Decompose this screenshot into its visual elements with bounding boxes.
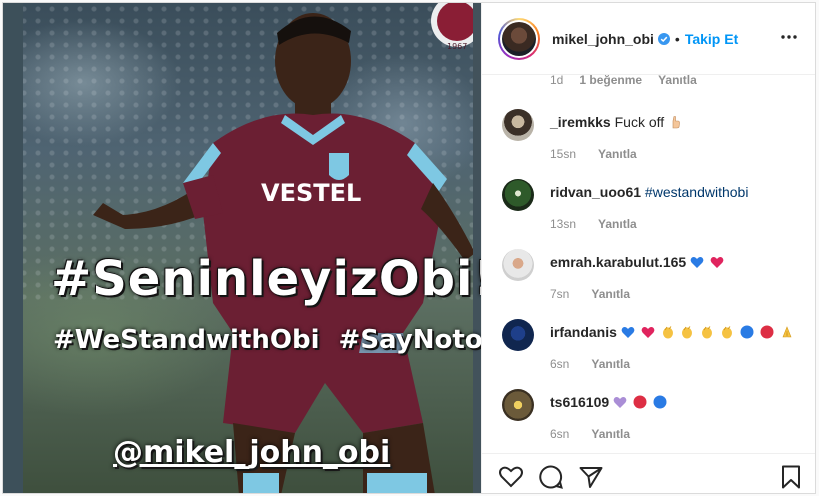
- blue-heart-icon: [621, 327, 635, 338]
- commenter-username[interactable]: ts616109: [550, 394, 609, 410]
- save-bookmark-icon[interactable]: [778, 464, 804, 490]
- pray-icon: [782, 326, 792, 338]
- comment-item: ridvan_uoo61 #westandwithobi 13sn Yanıtl…: [498, 179, 798, 239]
- red-heart-icon: [710, 257, 724, 268]
- blue-heart-icon: [690, 257, 704, 268]
- reply-button[interactable]: Yanıtla: [598, 217, 637, 231]
- comment-item: _iremkks Fuck off 15sn Yanıtla: [498, 109, 798, 169]
- player-figure: VESTEL: [93, 13, 475, 493]
- image-right-border: [473, 3, 481, 493]
- comment-time: 6sn: [550, 357, 570, 371]
- commenter-username[interactable]: ridvan_uoo61: [550, 184, 641, 200]
- post-header: mikel_john_obi • Takip Et: [482, 3, 815, 75]
- comment-icon[interactable]: [538, 464, 564, 490]
- blue-circle-icon: [653, 395, 667, 409]
- clap-icon: [702, 326, 713, 339]
- comment-item: irfandanis 6sn Yanıtla: [498, 319, 798, 379]
- commenter-username[interactable]: irfandanis: [550, 324, 617, 340]
- previous-comment-meta: 1d 1 beğenme Yanıtla: [550, 75, 697, 87]
- commenter-avatar[interactable]: [502, 179, 534, 211]
- image-left-border: [3, 3, 23, 493]
- comment-time: 6sn: [550, 427, 570, 441]
- club-logo-icon: 1967: [431, 3, 475, 51]
- club-year: 1967: [447, 42, 467, 51]
- comment-item: ts616109 6sn Yanıtla: [498, 389, 798, 449]
- commenter-username[interactable]: _iremkks: [550, 114, 611, 130]
- red-heart-icon: [641, 327, 655, 338]
- comment-text: Fuck off: [614, 114, 665, 130]
- club-badge-icon: [329, 153, 349, 180]
- commenter-username[interactable]: emrah.karabulut.165: [550, 254, 686, 270]
- previous-comment-reply[interactable]: Yanıtla: [658, 75, 697, 87]
- comment-item: emrah.karabulut.165 7sn Yanıtla: [498, 249, 798, 309]
- reply-button[interactable]: Yanıtla: [598, 147, 637, 161]
- image-headline: #SeninleyizObi!: [51, 251, 481, 307]
- commenter-avatar[interactable]: [502, 109, 534, 141]
- header-separator: •: [674, 30, 680, 47]
- comment-time: 13sn: [550, 217, 577, 231]
- clap-icon: [662, 326, 673, 339]
- commenter-avatar[interactable]: [502, 249, 534, 281]
- reply-button[interactable]: Yanıtla: [591, 287, 630, 301]
- red-circle-icon: [760, 325, 774, 339]
- blue-circle-icon: [740, 325, 754, 339]
- author-username[interactable]: mikel_john_obi: [552, 31, 654, 47]
- commenter-avatar[interactable]: [502, 319, 534, 351]
- author-avatar-image: [502, 21, 536, 56]
- instagram-post: VESTEL 1967 #SeninleyizObi! #WeStandwith…: [2, 2, 816, 494]
- reply-button[interactable]: Yanıtla: [591, 427, 630, 441]
- commenter-avatar[interactable]: [502, 389, 534, 421]
- purple-heart-icon: [613, 397, 627, 408]
- like-heart-icon[interactable]: [498, 464, 524, 490]
- image-handle: @mikel_john_obi: [113, 435, 391, 470]
- clap-icon: [722, 326, 733, 339]
- comment-time: 15sn: [550, 147, 577, 161]
- comment-hashtag[interactable]: #westandwithobi: [645, 184, 749, 200]
- more-options-icon[interactable]: [780, 33, 798, 41]
- follow-button[interactable]: Takip Et: [685, 31, 738, 47]
- previous-comment-likes[interactable]: 1 beğenme: [579, 75, 642, 87]
- jersey-sponsor: VESTEL: [261, 179, 361, 207]
- comments-list[interactable]: 1d 1 beğenme Yanıtla _iremkks Fuck off 1…: [482, 75, 815, 453]
- author-avatar[interactable]: [498, 17, 540, 60]
- share-icon[interactable]: [578, 464, 604, 490]
- post-side-panel: mikel_john_obi • Takip Et 1d 1 beğenme Y…: [481, 3, 815, 493]
- hand-icon: [672, 116, 680, 129]
- verified-badge-icon: [657, 32, 670, 45]
- post-image[interactable]: VESTEL 1967 #SeninleyizObi! #WeStandwith…: [3, 3, 481, 493]
- post-action-bar: [482, 453, 815, 493]
- reply-button[interactable]: Yanıtla: [591, 357, 630, 371]
- clap-icon: [682, 326, 693, 339]
- image-hashtags: #WeStandwithObi #SayNotoRacism: [53, 325, 481, 355]
- comment-time: 7sn: [550, 287, 570, 301]
- screenshot-frame: VESTEL 1967 #SeninleyizObi! #WeStandwith…: [0, 0, 819, 496]
- previous-comment-time: 1d: [550, 75, 564, 87]
- red-circle-icon: [633, 395, 647, 409]
